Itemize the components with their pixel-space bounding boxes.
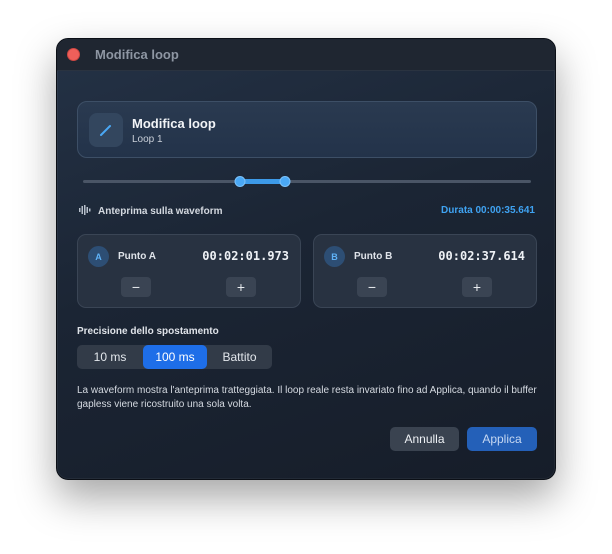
point-b-increment-button[interactable]: + bbox=[462, 277, 492, 297]
slider-thumb-end[interactable] bbox=[279, 176, 291, 187]
point-b-decrement-button[interactable]: − bbox=[357, 277, 387, 297]
waveform-preview-label: Anteprima sulla waveform bbox=[79, 205, 222, 218]
point-a-badge: A bbox=[88, 246, 109, 267]
waveform-icon bbox=[79, 205, 91, 218]
precision-label: Precisione dello spostamento bbox=[77, 326, 219, 337]
window-title: Modifica loop bbox=[95, 47, 179, 62]
cancel-button[interactable]: Annulla bbox=[390, 427, 459, 451]
slider-track bbox=[83, 180, 531, 183]
apply-button[interactable]: Applica bbox=[467, 427, 537, 451]
precision-option-beat[interactable]: Battito bbox=[207, 345, 272, 369]
loop-header-card: Modifica loop Loop 1 bbox=[77, 101, 537, 158]
title-bar: Modifica loop bbox=[57, 39, 555, 71]
loop-duration: Durata 00:00:35.641 bbox=[441, 205, 535, 216]
point-b-time: 00:02:37.614 bbox=[438, 249, 525, 263]
point-b-label: Punto B bbox=[354, 251, 393, 262]
loop-edit-dialog: Modifica loop Modifica loop Loop 1 Antep… bbox=[56, 38, 556, 480]
header-subtitle: Loop 1 bbox=[132, 134, 163, 145]
header-title: Modifica loop bbox=[132, 116, 216, 131]
point-a-increment-button[interactable]: + bbox=[226, 277, 256, 297]
loop-range-slider[interactable] bbox=[83, 173, 531, 189]
precision-segmented-control: 10 ms 100 ms Battito bbox=[77, 345, 272, 369]
close-window-button[interactable] bbox=[67, 48, 80, 61]
info-text: La waveform mostra l'anteprima tratteggi… bbox=[77, 385, 537, 410]
point-b-card: B Punto B 00:02:37.614 − + bbox=[313, 234, 537, 308]
waveform-label-text: Anteprima sulla waveform bbox=[98, 206, 223, 217]
point-b-badge: B bbox=[324, 246, 345, 267]
point-a-label: Punto A bbox=[118, 251, 156, 262]
slider-thumb-start[interactable] bbox=[234, 176, 246, 187]
pencil-icon bbox=[89, 113, 123, 147]
point-a-time: 00:02:01.973 bbox=[202, 249, 289, 263]
precision-option-10ms[interactable]: 10 ms bbox=[77, 345, 143, 369]
point-a-card: A Punto A 00:02:01.973 − + bbox=[77, 234, 301, 308]
point-a-decrement-button[interactable]: − bbox=[121, 277, 151, 297]
slider-range-fill bbox=[239, 179, 285, 184]
precision-option-100ms[interactable]: 100 ms bbox=[143, 345, 207, 369]
